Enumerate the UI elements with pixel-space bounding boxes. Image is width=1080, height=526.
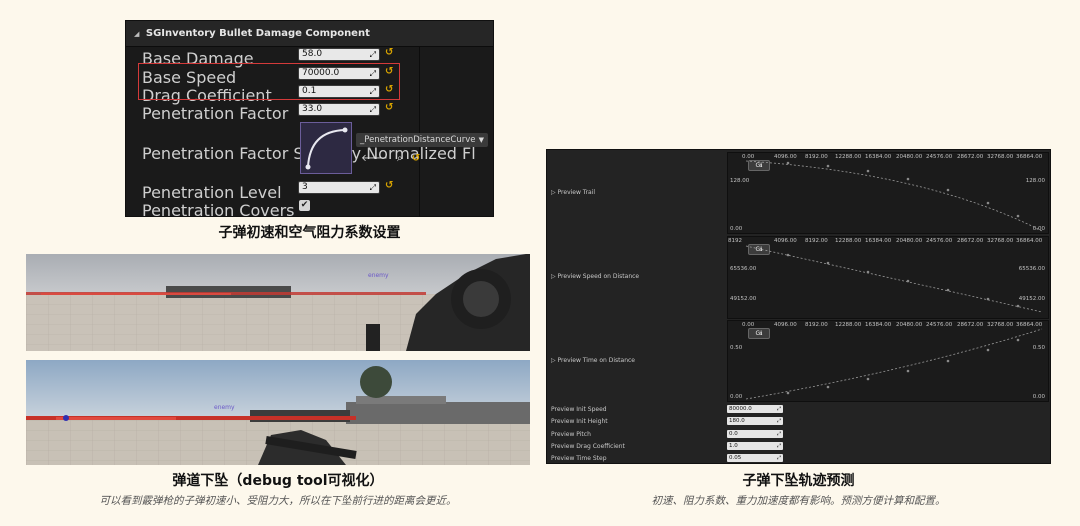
expand-arrows-icon[interactable]: ⤢ [777,454,781,462]
curve-icon [305,127,348,170]
curve-asset-name: _PenetrationDistanceCurve [360,135,476,145]
speed-curve [745,245,1043,313]
preview-time-label: ▷ Preview Time on Distance [551,357,636,364]
enemy-hud-tag: enemy [214,404,235,411]
penetration-covers-checkbox[interactable]: ✔ [299,200,310,211]
preview-speed-label: ▷ Preview Speed on Distance [551,273,640,280]
preview-speed-graph[interactable]: 8192 4096.00 8192.00 12288.00 16384.00 2… [727,236,1049,319]
preview-drag-coefficient-label: Preview Drag Coefficient [551,443,625,450]
base-damage-field[interactable]: 58.0 ⤢ [298,48,380,61]
column-divider[interactable] [419,47,420,217]
bullet-drop-scene-1: enemy [26,254,530,351]
preview-trail-label: ▷ Preview Trail [551,189,596,196]
preview-init-height-field[interactable]: 180.0 ⤢ [727,417,783,425]
expand-arrows-icon[interactable]: ⤢ [777,417,781,425]
reset-icon[interactable]: ↺ [385,180,393,191]
preview-drag-coefficient-field[interactable]: 1.0 ⤢ [727,442,783,450]
base-damage-value: 58.0 [302,49,323,59]
penetration-level-field[interactable]: 3 ⤢ [298,181,380,194]
collapse-arrow-icon[interactable]: ◢ [134,30,139,38]
highlight-box [138,63,400,100]
caption-trajectory-preview-desc: 初速、阻力系数、重力加速度都有影响。预测方便计算和配置。 [651,495,946,507]
penetration-level-value: 3 [302,182,308,192]
penetration-level-label: Penetration Level [142,183,282,202]
preview-time-graph[interactable]: 0.00 4096.00 8192.00 12288.00 16384.00 2… [727,320,1049,402]
use-selected-arrow-icon[interactable]: 🡐 [361,153,388,164]
enemy-hud-tag: enemy [368,272,389,279]
preview-init-height-value: 180.0 [729,418,745,424]
preview-pitch-label: Preview Pitch [551,431,591,438]
reset-icon[interactable]: ↺ [385,47,393,58]
bullet-drop-scene-2: enemy [26,360,530,465]
preview-init-speed-field[interactable]: 80000.0 ⤢ [727,405,783,413]
preview-drag-coefficient-value: 1.0 [729,443,738,449]
panel-header[interactable]: ◢ SGInventory Bullet Damage Component [126,21,493,47]
preview-pitch-field[interactable]: 0.0 ⤢ [727,430,783,438]
penetration-factor-value: 33.0 [302,104,323,114]
preview-init-speed-label: Preview Init Speed [551,406,607,413]
expand-arrows-icon[interactable]: ⤢ [777,430,781,438]
reset-icon[interactable]: ↺ [385,102,393,113]
time-curve [745,328,1043,400]
preview-init-speed-value: 80000.0 [729,406,752,412]
reset-icon[interactable]: ↺ [412,153,420,164]
curve-thumbnail[interactable] [300,122,352,174]
caption-speed-drag: 子弹初速和空气阻力系数设置 [218,225,401,241]
penetration-covers-label: Penetration Covers [142,201,295,220]
curve-asset-tools: 🡐 ⌕ ↺ [361,152,420,164]
preview-trail-graph[interactable]: 0.00 4096.00 8192.00 12288.00 16384.00 2… [727,152,1049,234]
caption-trajectory-preview: 子弹下坠轨迹预测 [742,473,855,489]
expand-arrows-icon[interactable]: ⤢ [777,442,781,450]
trajectory-preview-panel: ▷ Preview Trail 0.00 4096.00 8192.00 122… [546,149,1051,464]
preview-time-step-field[interactable]: 0.05 ⤢ [727,454,783,462]
penetration-factor-field[interactable]: 33.0 ⤢ [298,103,380,116]
preview-time-step-label: Preview Time Step [551,455,607,462]
penetration-factor-label: Penetration Factor [142,104,289,123]
trail-curve [745,160,1043,232]
expand-arrows-icon[interactable]: ⤢ [777,405,781,413]
dropdown-arrow-icon[interactable]: ▼ [479,133,484,147]
expand-arrows-icon[interactable]: ⤢ [370,49,376,60]
preview-pitch-value: 0.0 [729,431,738,437]
curve-asset-dropdown[interactable]: _PenetrationDistanceCurve ▼ [356,133,488,147]
caption-bullet-drop-desc: 可以看到霰弹枪的子弹初速小、受阻力大，所以在下坠前行进的距离会更近。 [99,495,457,507]
expand-arrows-icon[interactable]: ⤢ [370,104,376,115]
preview-init-height-label: Preview Init Height [551,418,608,425]
expand-arrows-icon[interactable]: ⤢ [370,182,376,193]
browse-search-icon[interactable]: ⌕ [397,153,403,164]
preview-time-step-value: 0.05 [729,455,742,461]
caption-bullet-drop: 弹道下坠（debug tool可视化） [172,473,384,489]
panel-title: SGInventory Bullet Damage Component [145,28,370,39]
